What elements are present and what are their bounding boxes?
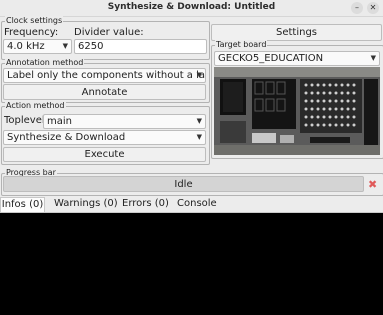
target-board-legend: Target board <box>215 40 268 50</box>
log-panel[interactable] <box>0 213 383 315</box>
board-select[interactable]: GECKO5_EDUCATION ▼ <box>214 51 380 66</box>
minimize-icon[interactable]: – <box>351 2 363 14</box>
chevron-down-icon: ▼ <box>370 54 376 62</box>
divider-field[interactable]: 6250 <box>74 39 207 54</box>
settings-button[interactable]: Settings <box>211 24 382 41</box>
close-icon[interactable]: ✕ <box>367 2 379 14</box>
action-select[interactable]: Synthesize & Download ▼ <box>3 130 206 145</box>
cancel-icon[interactable]: ✖ <box>368 178 377 191</box>
toplevel-select[interactable]: main ▼ <box>43 114 206 129</box>
progress-bar: Idle <box>3 176 364 192</box>
chevron-down-icon: ▼ <box>62 42 68 50</box>
board-value: GECKO5_EDUCATION <box>218 53 324 64</box>
frequency-select[interactable]: 4.0 kHz ▼ <box>3 39 72 54</box>
tab-infos[interactable]: Infos (0) <box>0 197 45 212</box>
title-bar: Synthesize & Download: Untitled – ✕ <box>0 0 383 17</box>
annotation-method-select[interactable]: Label only the components without a labe… <box>3 68 206 83</box>
clock-settings-legend: Clock settings <box>5 16 64 26</box>
tab-errors[interactable]: Errors (0) <box>122 197 169 212</box>
window-title: Synthesize & Download: Untitled <box>107 2 276 12</box>
chevron-down-icon: ▼ <box>196 133 202 141</box>
execute-button[interactable]: Execute <box>3 147 206 162</box>
toplevel-value: main <box>47 116 72 127</box>
board-image <box>214 67 380 155</box>
annotate-button[interactable]: Annotate <box>3 84 206 100</box>
chevron-down-icon: ▼ <box>196 117 202 125</box>
action-legend: Action method <box>5 101 66 111</box>
annotation-legend: Annotation method <box>5 58 85 68</box>
divider-label: Divider value: <box>74 27 144 38</box>
chevron-down-icon: ▼ <box>196 71 202 79</box>
tab-warnings[interactable]: Warnings (0) <box>54 197 118 212</box>
frequency-value: 4.0 kHz <box>7 41 45 52</box>
action-value: Synthesize & Download <box>7 132 126 143</box>
annotation-method-value: Label only the components without a labe… <box>7 70 206 81</box>
frequency-label: Frequency: <box>4 27 59 38</box>
toplevel-label: Toplevel: <box>4 115 49 126</box>
tab-console[interactable]: Console <box>177 197 217 212</box>
